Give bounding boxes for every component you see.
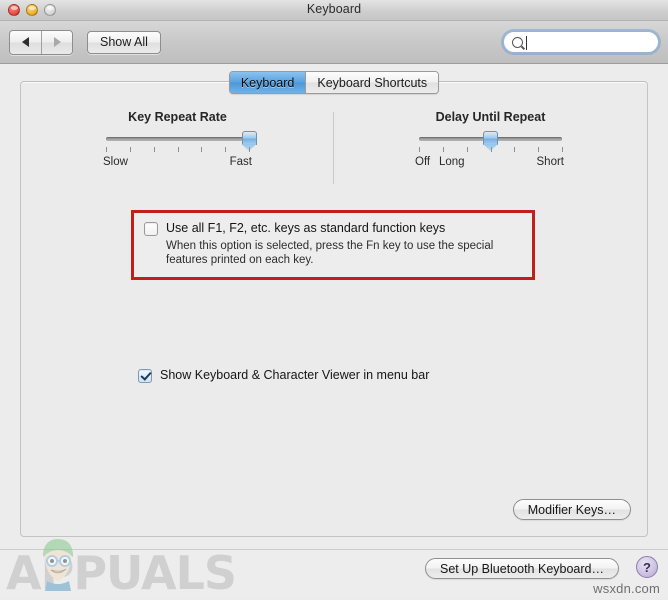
window-title: Keyboard <box>306 2 362 16</box>
function-keys-description: When this option is selected, press the … <box>166 240 494 266</box>
help-button[interactable]: ? <box>636 556 658 578</box>
setup-bluetooth-keyboard-button[interactable]: Set Up Bluetooth Keyboard… <box>425 558 619 579</box>
bottom-bar: Set Up Bluetooth Keyboard… ? wsxdn.com <box>0 549 668 597</box>
show-viewer-label: Show Keyboard & Character Viewer in menu… <box>160 368 430 382</box>
slider-off-label: Off <box>415 156 431 168</box>
function-keys-checkbox[interactable] <box>144 222 158 236</box>
slider-long-label: Long <box>439 156 465 168</box>
back-arrow-icon <box>22 37 29 47</box>
toolbar: Show All <box>0 21 668 64</box>
setup-bluetooth-keyboard-label: Set Up Bluetooth Keyboard… <box>440 561 604 576</box>
keyboard-preferences-window: Keyboard Show All Key Repeat Rate Slow F… <box>0 0 668 597</box>
text-caret <box>526 36 527 50</box>
forward-arrow-icon <box>53 37 61 47</box>
search-icon <box>512 36 523 48</box>
forward-button <box>41 30 72 54</box>
function-keys-option[interactable]: Use all F1, F2, etc. keys as standard fu… <box>144 221 522 236</box>
tab-strip: Keyboard Keyboard Shortcuts <box>228 71 440 94</box>
slider-min-label: Slow <box>103 156 128 168</box>
preferences-body: Key Repeat Rate Slow Fast Delay Until Re… <box>0 64 668 549</box>
function-keys-label: Use all F1, F2, etc. keys as standard fu… <box>166 221 446 235</box>
slider-thumb[interactable] <box>483 131 498 145</box>
help-icon: ? <box>643 559 651 575</box>
key-repeat-rate-group: Key Repeat Rate Slow Fast <box>21 110 334 184</box>
slider-track <box>106 137 249 141</box>
show-viewer-option[interactable]: Show Keyboard & Character Viewer in menu… <box>138 368 429 383</box>
key-repeat-rate-slider[interactable]: Slow Fast <box>103 131 257 170</box>
slider-thumb[interactable] <box>241 131 257 145</box>
search-input[interactable] <box>528 32 650 52</box>
search-field[interactable] <box>503 31 659 53</box>
modifier-keys-button[interactable]: Modifier Keys… <box>512 499 631 520</box>
slider-labels: Slow Fast <box>103 156 252 170</box>
tab-bar: Keyboard Keyboard Shortcuts <box>0 71 668 94</box>
slider-ticks <box>106 147 250 155</box>
tab-keyboard[interactable]: Keyboard <box>229 72 306 93</box>
window-titlebar: Keyboard <box>0 0 668 21</box>
content-panel: Key Repeat Rate Slow Fast Delay Until Re… <box>20 81 648 537</box>
slider-ticks <box>419 147 563 155</box>
slider-max-label: Fast <box>229 156 252 168</box>
tab-keyboard-shortcuts[interactable]: Keyboard Shortcuts <box>305 72 439 93</box>
delay-until-repeat-group: Delay Until Repeat Off Long Short <box>334 110 647 170</box>
key-repeat-rate-title: Key Repeat Rate <box>128 110 227 124</box>
back-button[interactable] <box>10 30 41 54</box>
show-viewer-checkbox[interactable] <box>138 369 152 383</box>
show-all-button[interactable]: Show All <box>87 30 161 54</box>
delay-until-repeat-slider[interactable]: Off Long Short <box>415 131 565 170</box>
show-all-label: Show All <box>100 35 148 49</box>
delay-until-repeat-title: Delay Until Repeat <box>435 110 546 124</box>
site-watermark: wsxdn.com <box>593 581 660 596</box>
navigation-buttons <box>9 29 73 55</box>
modifier-keys-label: Modifier Keys… <box>527 502 616 517</box>
slider-short-label: Short <box>536 156 565 168</box>
function-keys-highlight-box: Use all F1, F2, etc. keys as standard fu… <box>131 210 535 280</box>
slider-labels: Off Long Short <box>415 156 565 170</box>
slider-section: Key Repeat Rate Slow Fast Delay Until Re… <box>21 110 647 184</box>
